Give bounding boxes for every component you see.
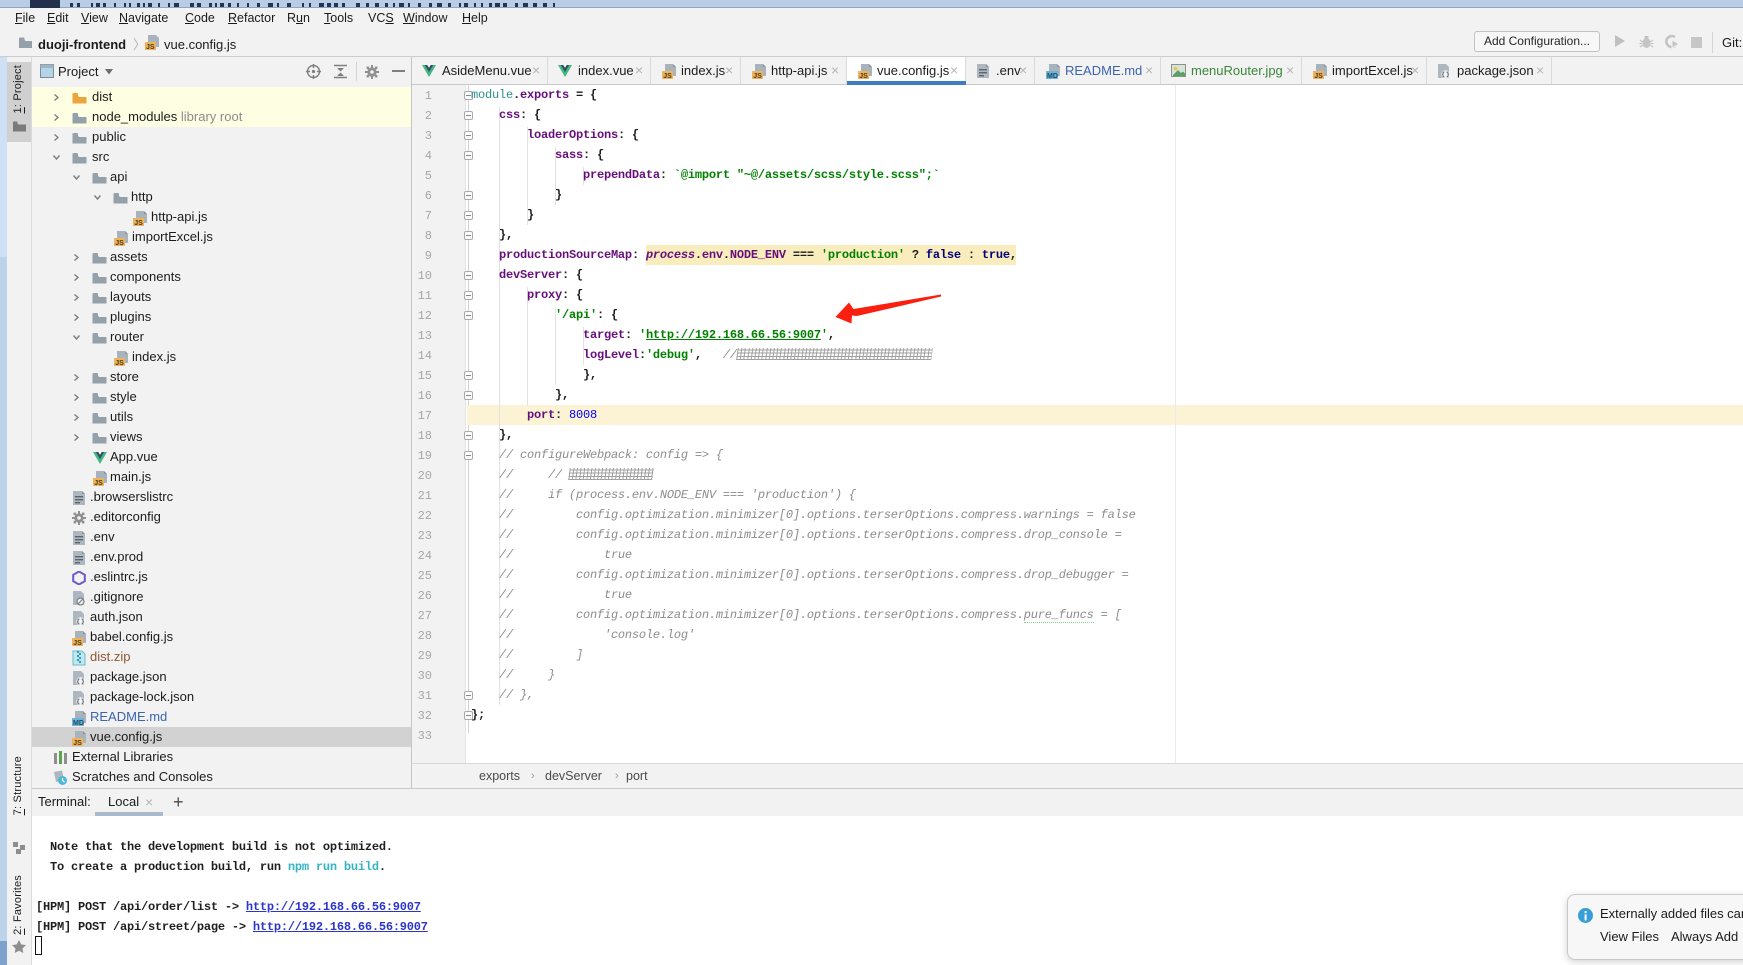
svg-text:JS: JS <box>73 740 82 746</box>
svg-text:JS: JS <box>115 240 124 246</box>
svg-text:JS: JS <box>94 480 103 486</box>
svg-text:JS: JS <box>1314 73 1323 79</box>
svg-text:JS: JS <box>73 640 82 646</box>
svg-text:MD: MD <box>1047 73 1058 79</box>
svg-text:JS: JS <box>859 73 868 79</box>
svg-text:JS: JS <box>753 73 762 79</box>
svg-text:JS: JS <box>663 73 672 79</box>
svg-text:JS: JS <box>115 360 124 366</box>
svg-text:MD: MD <box>73 720 84 726</box>
svg-text:JS: JS <box>134 220 143 226</box>
svg-text:JS: JS <box>146 44 155 51</box>
